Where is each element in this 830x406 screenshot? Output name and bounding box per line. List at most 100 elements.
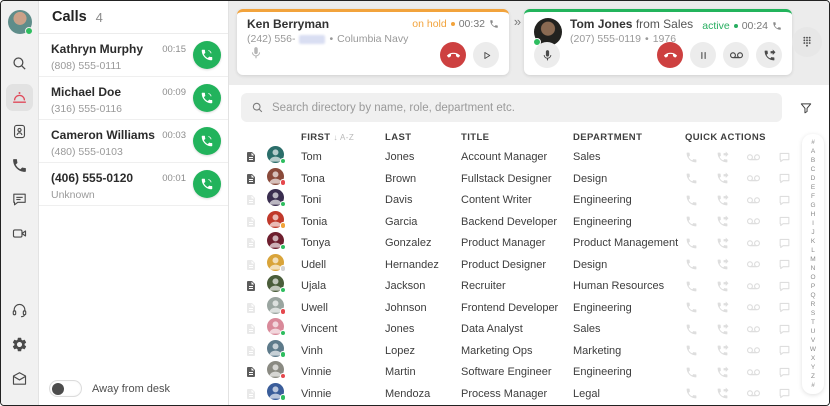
alpha-letter[interactable]: # <box>802 381 824 390</box>
note-icon[interactable] <box>241 216 267 228</box>
alpha-letter[interactable]: R <box>802 300 824 309</box>
answer-call-button[interactable] <box>193 127 221 155</box>
voicemail-button[interactable] <box>723 42 749 68</box>
chat-action-icon[interactable] <box>778 366 791 379</box>
chat-action-icon[interactable] <box>778 194 791 207</box>
alpha-letter[interactable]: O <box>802 273 824 282</box>
mic-icon[interactable] <box>249 46 263 65</box>
column-last[interactable]: LAST <box>385 132 461 143</box>
alpha-letter[interactable]: E <box>802 183 824 192</box>
phone-icon[interactable] <box>6 152 33 179</box>
voicemail-action-icon[interactable] <box>747 258 760 271</box>
call-action-icon[interactable] <box>685 172 698 185</box>
note-icon[interactable] <box>241 194 267 206</box>
call-action-icon[interactable] <box>685 387 698 400</box>
alpha-letter[interactable]: S <box>802 309 824 318</box>
alpha-letter[interactable]: P <box>802 282 824 291</box>
transfer-action-icon[interactable] <box>716 258 729 271</box>
transfer-action-icon[interactable] <box>716 344 729 357</box>
voicemail-action-icon[interactable] <box>747 323 760 336</box>
headset-icon[interactable] <box>6 297 33 324</box>
note-icon[interactable] <box>241 173 267 185</box>
table-row[interactable]: Uwell Johnson Frontend Developer Enginee… <box>241 297 777 319</box>
table-row[interactable]: Ujala Jackson Recruiter Human Resources <box>241 275 777 297</box>
voicemail-action-icon[interactable] <box>747 194 760 207</box>
chat-action-icon[interactable] <box>778 323 791 336</box>
alpha-letter[interactable]: T <box>802 318 824 327</box>
voicemail-action-icon[interactable] <box>747 280 760 293</box>
table-row[interactable]: Udell Hernandez Product Designer Design <box>241 254 777 276</box>
table-row[interactable]: Tona Brown Fullstack Designer Design <box>241 168 777 190</box>
voicemail-action-icon[interactable] <box>747 151 760 164</box>
note-icon[interactable] <box>241 388 267 400</box>
voicemail-action-icon[interactable] <box>747 172 760 185</box>
alpha-letter[interactable]: Z <box>802 372 824 381</box>
note-icon[interactable] <box>241 280 267 292</box>
search-input[interactable] <box>272 102 772 114</box>
alpha-letter[interactable]: H <box>802 210 824 219</box>
alpha-letter[interactable]: M <box>802 255 824 264</box>
resume-call-button[interactable] <box>473 42 499 68</box>
alpha-letter[interactable]: X <box>802 354 824 363</box>
voicemail-action-icon[interactable] <box>747 344 760 357</box>
alpha-letter[interactable]: I <box>802 219 824 228</box>
chat-action-icon[interactable] <box>778 215 791 228</box>
user-avatar[interactable] <box>8 10 32 34</box>
hang-up-button[interactable] <box>440 42 466 68</box>
note-icon[interactable] <box>241 151 267 163</box>
chat-action-icon[interactable] <box>778 387 791 400</box>
table-row[interactable]: Toni Davis Content Writer Engineering <box>241 189 777 211</box>
away-from-desk-toggle[interactable] <box>49 380 82 397</box>
transfer-action-icon[interactable] <box>716 215 729 228</box>
alpha-letter[interactable]: U <box>802 327 824 336</box>
call-action-icon[interactable] <box>685 215 698 228</box>
hold-button[interactable] <box>690 42 716 68</box>
note-icon[interactable] <box>241 323 267 335</box>
column-department[interactable]: DEPARTMENT <box>573 132 685 143</box>
alpha-letter[interactable]: V <box>802 336 824 345</box>
column-title[interactable]: TITLE <box>461 132 573 143</box>
answer-call-button[interactable] <box>193 170 221 198</box>
alpha-letter[interactable]: # <box>802 138 824 147</box>
alpha-letter[interactable]: D <box>802 174 824 183</box>
alpha-letter[interactable]: F <box>802 192 824 201</box>
inbox-icon[interactable] <box>6 365 33 392</box>
transfer-action-icon[interactable] <box>716 151 729 164</box>
collapse-chevron-icon[interactable]: » <box>509 9 524 29</box>
alpha-letter[interactable]: W <box>802 345 824 354</box>
table-row[interactable]: Tonia Garcia Backend Developer Engineeri… <box>241 211 777 233</box>
alpha-letter[interactable]: N <box>802 264 824 273</box>
call-action-icon[interactable] <box>685 237 698 250</box>
table-row[interactable]: Vincent Jones Data Analyst Sales <box>241 318 777 340</box>
chat-action-icon[interactable] <box>778 280 791 293</box>
call-card-on-hold[interactable]: Ken Berryman on hold 00:32 (242) 556- • … <box>237 9 509 75</box>
alpha-letter[interactable]: G <box>802 201 824 210</box>
voicemail-action-icon[interactable] <box>747 366 760 379</box>
call-action-icon[interactable] <box>685 323 698 336</box>
table-row[interactable]: Tom Jones Account Manager Sales <box>241 146 777 168</box>
transfer-action-icon[interactable] <box>716 280 729 293</box>
note-icon[interactable] <box>241 345 267 357</box>
voicemail-action-icon[interactable] <box>747 387 760 400</box>
answer-call-button[interactable] <box>193 41 221 69</box>
call-card-active[interactable]: Tom Jones from Sales (207) 555-0119 • 19… <box>524 9 792 75</box>
table-row[interactable]: Vinnie Martin Software Engineer Engineer… <box>241 361 777 383</box>
dialpad-button[interactable] <box>792 27 822 57</box>
alpha-letter[interactable]: Y <box>802 363 824 372</box>
calls-bell-icon[interactable] <box>6 84 33 111</box>
call-action-icon[interactable] <box>685 344 698 357</box>
call-action-icon[interactable] <box>685 194 698 207</box>
voicemail-action-icon[interactable] <box>747 237 760 250</box>
transfer-action-icon[interactable] <box>716 301 729 314</box>
hang-up-button[interactable] <box>657 42 683 68</box>
incoming-call-row[interactable]: Michael Doe (316) 555-0116 00:09 <box>39 77 228 120</box>
answer-call-button[interactable] <box>193 84 221 112</box>
contacts-icon[interactable] <box>6 118 33 145</box>
chat-action-icon[interactable] <box>778 151 791 164</box>
alpha-letter[interactable]: Q <box>802 291 824 300</box>
chat-action-icon[interactable] <box>778 237 791 250</box>
voicemail-action-icon[interactable] <box>747 215 760 228</box>
note-icon[interactable] <box>241 259 267 271</box>
alpha-letter[interactable]: K <box>802 237 824 246</box>
alpha-letter[interactable]: A <box>802 147 824 156</box>
